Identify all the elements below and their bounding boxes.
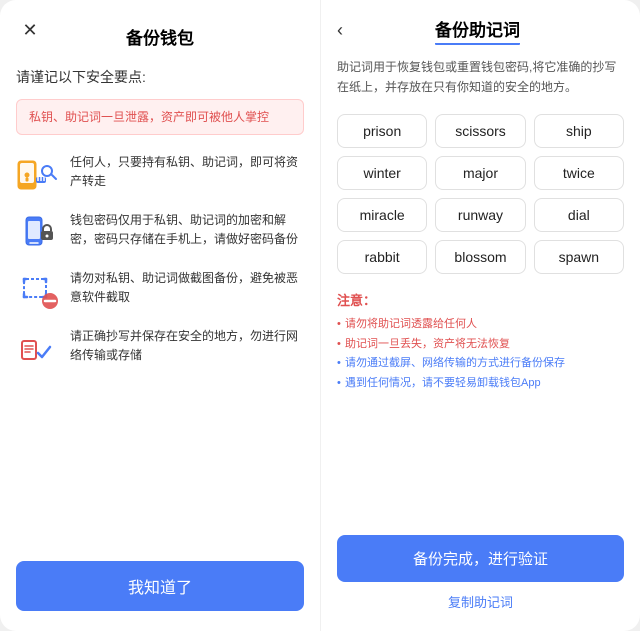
back-button[interactable]: ‹ [337, 20, 343, 41]
mnemonic-word-5: major [435, 156, 525, 190]
security-text-1: 任何人，只要持有私钥、助记词，即可将资产转走 [70, 153, 304, 191]
note-item-2: 助记词一旦丢失，资产将无法恢复 [337, 335, 624, 355]
note-item-3: 请勿通过截屏、网络传输的方式进行备份保存 [337, 354, 624, 374]
mnemonic-word-11: blossom [435, 240, 525, 274]
notes-list: 请勿将助记词透露给任何人助记词一旦丢失，资产将无法恢复请勿通过截屏、网络传输的方… [337, 315, 624, 394]
mnemonic-grid: prisonscissors ship wintermajor twice miracl… [337, 114, 624, 274]
mnemonic-word-7: miracle [337, 198, 427, 232]
left-panel: ✕ 备份钱包 请谨记以下安全要点: 私钥、助记词一旦泄露，资产即可被他人掌控 [0, 0, 320, 631]
right-title: 备份助记词 [435, 16, 520, 45]
note-item-4: 遇到任何情况，请不要轻易卸载钱包App [337, 374, 624, 394]
left-title: 备份钱包 [126, 24, 194, 49]
mnemonic-word-6: twice [534, 156, 624, 190]
mnemonic-word-1: prison [337, 114, 427, 148]
acknowledge-button[interactable]: 我知道了 [16, 561, 304, 611]
right-header: ‹ 备份助记词 [337, 16, 624, 45]
security-item-3: 请勿对私钥、助记词做截图备份，避免被恶意软件截取 [16, 269, 304, 313]
warning-text: 私钥、助记词一旦泄露，资产即可被他人掌控 [29, 110, 269, 124]
right-bottom: 备份完成，进行验证 复制助记词 [337, 535, 624, 611]
right-title-wrapper: 备份助记词 [351, 16, 624, 45]
mnemonic-word-4: winter [337, 156, 427, 190]
security-item-2: 钱包密码仅用于私钥、助记词的加密和解密，密码只存储在手机上，请做好密码备份 [16, 211, 304, 255]
left-subtitle: 请谨记以下安全要点: [16, 67, 304, 87]
note-item-1: 请勿将助记词透露给任何人 [337, 315, 624, 335]
security-item-4: 请正确抄写并保存在安全的地方，勿进行网络传输或存储 [16, 327, 304, 371]
close-button[interactable]: ✕ [16, 16, 44, 44]
mnemonic-word-3: ship [534, 114, 624, 148]
screenshot-ban-icon [16, 269, 60, 313]
mnemonic-word-12: spawn [534, 240, 624, 274]
security-text-4: 请正确抄写并保存在安全的地方，勿进行网络传输或存储 [70, 327, 304, 365]
security-list: 任何人，只要持有私钥、助记词，即可将资产转走 钱包密码仅用于私钥、助记词的加密和… [16, 153, 304, 551]
mnemonic-word-10: rabbit [337, 240, 427, 274]
mnemonic-word-2: scissors [435, 114, 525, 148]
mnemonic-word-8: runway [435, 198, 525, 232]
copy-mnemonic-link[interactable]: 复制助记词 [448, 592, 513, 611]
safe-copy-icon [16, 327, 60, 371]
right-panel: ‹ 备份助记词 助记词用于恢复钱包或重置钱包密码,将它准确的抄写在纸上，并存放在… [320, 0, 640, 631]
verify-button[interactable]: 备份完成，进行验证 [337, 535, 624, 582]
security-text-2: 钱包密码仅用于私钥、助记词的加密和解密，密码只存储在手机上，请做好密码备份 [70, 211, 304, 249]
security-item-1: 任何人，只要持有私钥、助记词，即可将资产转走 [16, 153, 304, 197]
mnemonic-word-9: dial [534, 198, 624, 232]
warning-box: 私钥、助记词一旦泄露，资产即可被他人掌控 [16, 99, 304, 135]
right-description: 助记词用于恢复钱包或重置钱包密码,将它准确的抄写在纸上，并存放在只有你知道的安全… [337, 57, 624, 98]
security-text-3: 请勿对私钥、助记词做截图备份，避免被恶意软件截取 [70, 269, 304, 307]
notes-title: 注意： [337, 290, 624, 309]
key-phone-icon [16, 153, 60, 197]
phone-lock-icon [16, 211, 60, 255]
notes-section: 注意： 请勿将助记词透露给任何人助记词一旦丢失，资产将无法恢复请勿通过截屏、网络… [337, 290, 624, 394]
